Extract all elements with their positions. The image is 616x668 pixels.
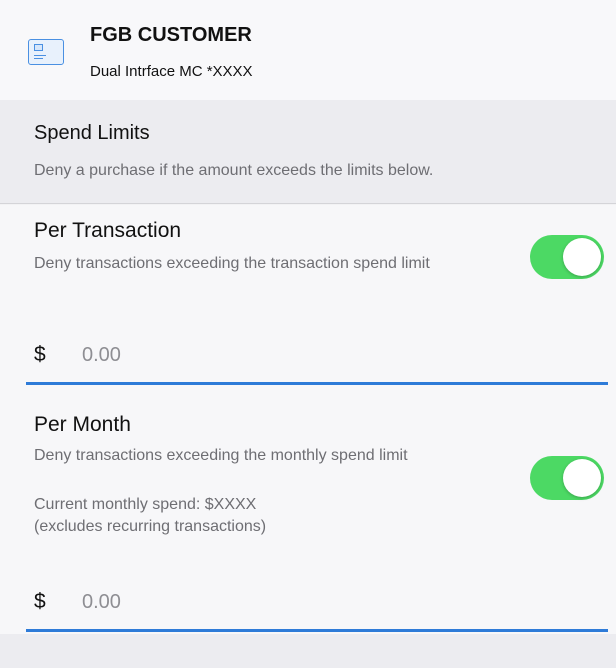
per-month-toggle[interactable]: [530, 456, 604, 500]
card-subtitle: Dual Intrface MC *XXXX: [90, 63, 253, 80]
per-month-description: Deny transactions exceeding the monthly …: [34, 447, 408, 464]
per-month-current-spend: Current monthly spend: $XXXX: [34, 496, 257, 513]
per-month-title: Per Month: [34, 413, 131, 436]
card-header: FGB CUSTOMER Dual Intrface MC *XXXX: [0, 0, 616, 100]
bottom-spacer: [0, 634, 616, 668]
per-transaction-description: Deny transactions exceeding the transact…: [34, 255, 430, 272]
per-month-section: Per Month Deny transactions exceeding th…: [0, 385, 616, 634]
per-transaction-toggle[interactable]: [530, 235, 604, 279]
per-month-input-underline: [26, 629, 608, 632]
per-transaction-section: Per Transaction Deny transactions exceed…: [0, 205, 616, 385]
card-title: FGB CUSTOMER: [90, 24, 252, 46]
credit-card-icon: [28, 39, 64, 65]
per-month-amount-input[interactable]: [82, 587, 582, 617]
per-transaction-currency: $: [34, 343, 46, 366]
spend-limits-title: Spend Limits: [34, 122, 150, 144]
per-transaction-title: Per Transaction: [34, 219, 182, 242]
spend-limits-header: Spend Limits Deny a purchase if the amou…: [0, 100, 616, 204]
toggle-knob: [563, 238, 601, 276]
per-month-note: (excludes recurring transactions): [34, 518, 267, 535]
spend-limits-description: Deny a purchase if the amount exceeds th…: [34, 162, 434, 179]
per-month-currency: $: [34, 590, 46, 613]
toggle-knob: [563, 459, 601, 497]
per-transaction-amount-input[interactable]: [82, 340, 582, 370]
